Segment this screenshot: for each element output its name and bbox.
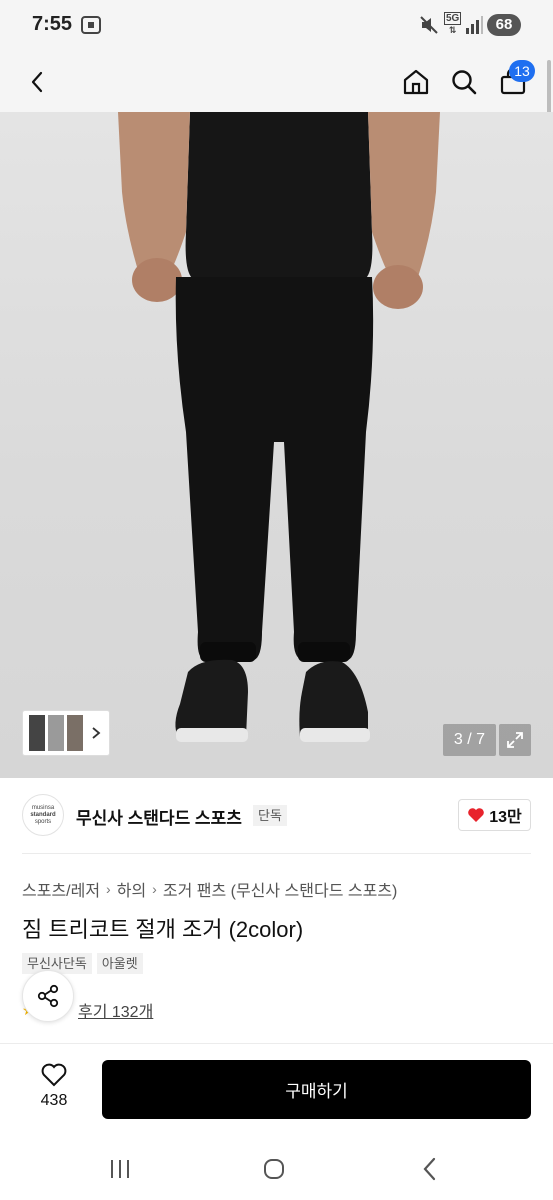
model-photo — [118, 112, 440, 742]
wishlist-count: 438 — [40, 1092, 68, 1109]
heart-outline-icon — [41, 1063, 67, 1087]
brand-logo-line: sports — [34, 818, 52, 825]
recent-apps-button[interactable] — [100, 1152, 140, 1186]
top-header — [0, 52, 553, 112]
network-5g-icon: 5G ⇅ — [444, 12, 462, 35]
cart-count-badge: 13 — [509, 60, 535, 82]
chevron-right-icon: › — [152, 881, 157, 897]
status-bar: 7:55 5G ⇅ 68 — [0, 0, 553, 52]
thumbnail-image[interactable] — [48, 715, 64, 751]
divider — [22, 853, 531, 854]
mute-icon — [418, 14, 440, 41]
thumbnail-image[interactable] — [29, 715, 45, 751]
scrollbar[interactable] — [547, 60, 551, 116]
chevron-right-icon: › — [106, 881, 111, 897]
breadcrumb: 스포츠/레저 › 하의 › 조거 팬츠 (무신사 스탠다드 스포츠) — [22, 877, 397, 901]
thumbnail-strip[interactable] — [22, 710, 110, 756]
buy-button[interactable]: 구매하기 — [102, 1060, 531, 1119]
back-nav-icon — [423, 1157, 436, 1181]
brand-like-button[interactable]: 13만 — [458, 799, 531, 831]
back-nav-button[interactable] — [410, 1152, 450, 1186]
recent-apps-icon — [111, 1160, 129, 1178]
review-link[interactable]: 후기 132개 — [78, 998, 153, 1022]
breadcrumb-item[interactable]: 스포츠/레저 — [22, 877, 100, 901]
home-button[interactable] — [394, 60, 438, 104]
brand-name[interactable]: 무신사 스탠다드 스포츠 — [76, 804, 242, 829]
thumbnail-image[interactable] — [67, 715, 83, 751]
status-time: 7:55 — [32, 13, 73, 35]
image-counter: 3 / 7 — [443, 724, 496, 756]
product-image[interactable] — [0, 112, 553, 778]
back-button[interactable] — [16, 60, 60, 104]
expand-button[interactable] — [499, 724, 531, 756]
battery-icon: 68 — [487, 14, 521, 36]
search-button[interactable] — [442, 60, 486, 104]
brand-logo-line: musinsa — [31, 804, 55, 811]
network-label: 5G — [444, 12, 462, 25]
breadcrumb-item[interactable]: 하의 — [117, 877, 146, 901]
home-nav-button[interactable] — [254, 1152, 294, 1186]
brand-logo-line: standard — [30, 811, 56, 818]
share-button[interactable] — [22, 970, 74, 1022]
expand-icon — [507, 732, 523, 748]
product-title: 짐 트리코트 절개 조거 (2color) — [22, 917, 304, 942]
system-nav-bar — [0, 1138, 553, 1200]
brand-like-count: 13만 — [489, 809, 522, 826]
heart-filled-icon — [468, 808, 485, 822]
back-icon — [31, 71, 43, 93]
home-icon — [403, 69, 429, 95]
search-icon — [452, 70, 477, 95]
chevron-right-icon — [92, 727, 101, 739]
screenshot-icon — [80, 14, 102, 41]
share-icon — [37, 984, 59, 1008]
breadcrumb-item[interactable]: 조거 팬츠 (무신사 스탠다드 스포츠) — [163, 877, 398, 901]
wishlist-button[interactable]: 438 — [26, 1062, 82, 1118]
brand-logo[interactable]: musinsa standard sports — [22, 794, 64, 836]
home-nav-icon — [264, 1159, 284, 1179]
tag-item: 아울렛 — [96, 953, 143, 974]
exclusive-badge: 단독 — [253, 805, 287, 826]
signal-icon — [464, 14, 484, 41]
